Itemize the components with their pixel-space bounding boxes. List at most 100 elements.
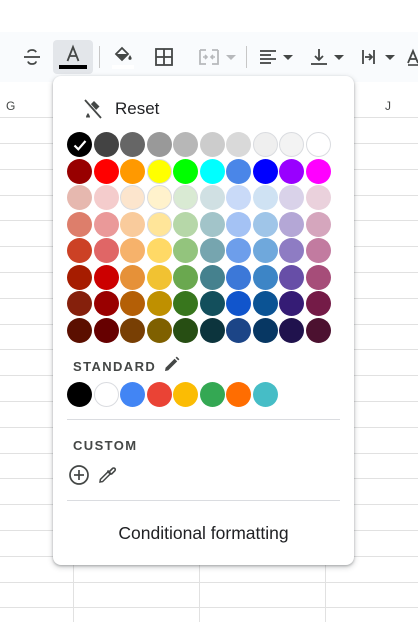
color-swatch[interactable]: [173, 291, 198, 316]
color-swatch[interactable]: [226, 158, 251, 184]
color-swatch[interactable]: [199, 158, 225, 184]
color-swatch[interactable]: [120, 158, 145, 184]
color-swatch[interactable]: [305, 264, 331, 290]
color-swatch[interactable]: [120, 317, 145, 343]
color-swatch[interactable]: [146, 185, 172, 210]
color-swatch[interactable]: [279, 317, 304, 343]
standard-color-swatch[interactable]: [252, 382, 278, 407]
color-swatch[interactable]: [173, 132, 198, 157]
color-swatch[interactable]: [199, 238, 225, 263]
column-header-g[interactable]: G: [6, 99, 15, 113]
color-swatch[interactable]: [146, 238, 172, 263]
color-swatch[interactable]: [173, 264, 198, 290]
color-swatch[interactable]: [279, 238, 304, 263]
standard-color-swatch[interactable]: [120, 382, 145, 407]
color-swatch[interactable]: [93, 132, 119, 157]
color-swatch[interactable]: [67, 158, 92, 184]
color-swatch[interactable]: [173, 317, 198, 343]
standard-color-swatch[interactable]: [226, 382, 251, 407]
color-swatch[interactable]: [199, 264, 225, 290]
text-rotation-button[interactable]: [405, 40, 418, 74]
color-swatch[interactable]: [146, 158, 172, 184]
strikethrough-button[interactable]: [18, 40, 46, 74]
text-color-button[interactable]: [53, 40, 93, 74]
color-swatch[interactable]: [120, 211, 145, 237]
color-swatch[interactable]: [199, 291, 225, 316]
standard-color-swatch[interactable]: [146, 382, 172, 407]
color-swatch[interactable]: [146, 291, 172, 316]
color-swatch[interactable]: [252, 238, 278, 263]
color-swatch[interactable]: [305, 317, 331, 343]
color-swatch[interactable]: [305, 185, 331, 210]
column-header-j[interactable]: J: [385, 99, 391, 113]
color-swatch[interactable]: [279, 132, 304, 157]
color-swatch[interactable]: [67, 211, 92, 237]
color-swatch[interactable]: [93, 185, 119, 210]
borders-button[interactable]: [150, 40, 178, 74]
color-swatch[interactable]: [93, 291, 119, 316]
horizontal-align-button[interactable]: [254, 40, 296, 74]
standard-color-swatch[interactable]: [93, 382, 119, 407]
vertical-align-button[interactable]: [305, 40, 347, 74]
reset-color-button[interactable]: Reset: [69, 92, 339, 126]
color-swatch[interactable]: [199, 132, 225, 157]
color-swatch[interactable]: [173, 238, 198, 263]
color-swatch[interactable]: [173, 185, 198, 210]
color-swatch[interactable]: [120, 132, 145, 157]
color-swatch[interactable]: [305, 291, 331, 316]
color-swatch[interactable]: [226, 238, 251, 263]
conditional-formatting-button[interactable]: Conditional formatting: [53, 516, 354, 550]
color-swatch[interactable]: [120, 264, 145, 290]
color-swatch[interactable]: [226, 317, 251, 343]
color-swatch[interactable]: [93, 264, 119, 290]
color-swatch[interactable]: [93, 158, 119, 184]
color-swatch[interactable]: [305, 211, 331, 237]
color-swatch[interactable]: [279, 185, 304, 210]
color-swatch[interactable]: [67, 185, 92, 210]
color-swatch[interactable]: [279, 211, 304, 237]
color-swatch[interactable]: [146, 317, 172, 343]
color-swatch[interactable]: [199, 317, 225, 343]
color-swatch[interactable]: [305, 132, 331, 157]
color-swatch[interactable]: [252, 291, 278, 316]
color-swatch[interactable]: [67, 132, 92, 157]
color-swatch[interactable]: [226, 291, 251, 316]
color-swatch[interactable]: [67, 238, 92, 263]
color-swatch[interactable]: [67, 264, 92, 290]
edit-standard-colors-icon[interactable]: [161, 354, 181, 374]
standard-color-swatch[interactable]: [67, 382, 92, 407]
color-swatch[interactable]: [252, 211, 278, 237]
color-swatch[interactable]: [93, 238, 119, 263]
color-swatch[interactable]: [252, 317, 278, 343]
color-swatch[interactable]: [146, 132, 172, 157]
color-swatch[interactable]: [226, 211, 251, 237]
color-swatch[interactable]: [305, 238, 331, 263]
standard-color-swatch[interactable]: [173, 382, 198, 407]
color-swatch[interactable]: [279, 291, 304, 316]
color-swatch[interactable]: [279, 264, 304, 290]
color-swatch[interactable]: [67, 291, 92, 316]
standard-color-swatch[interactable]: [199, 382, 225, 407]
color-swatch[interactable]: [146, 264, 172, 290]
color-swatch[interactable]: [252, 158, 278, 184]
color-swatch[interactable]: [199, 211, 225, 237]
fill-color-button[interactable]: [108, 40, 138, 74]
color-swatch[interactable]: [199, 185, 225, 210]
color-swatch[interactable]: [173, 158, 198, 184]
color-swatch[interactable]: [67, 317, 92, 343]
color-swatch[interactable]: [120, 185, 145, 210]
color-swatch[interactable]: [93, 211, 119, 237]
color-swatch[interactable]: [226, 132, 251, 157]
text-wrapping-button[interactable]: [355, 40, 399, 74]
color-swatch[interactable]: [305, 158, 331, 184]
color-swatch[interactable]: [173, 211, 198, 237]
color-swatch[interactable]: [252, 264, 278, 290]
eyedropper-icon[interactable]: [95, 463, 119, 487]
merge-cells-button[interactable]: [192, 40, 240, 74]
color-swatch[interactable]: [226, 185, 251, 210]
color-swatch[interactable]: [93, 317, 119, 343]
color-swatch[interactable]: [120, 291, 145, 316]
color-swatch[interactable]: [120, 238, 145, 263]
color-swatch[interactable]: [252, 185, 278, 210]
add-custom-color-icon[interactable]: [67, 463, 91, 487]
